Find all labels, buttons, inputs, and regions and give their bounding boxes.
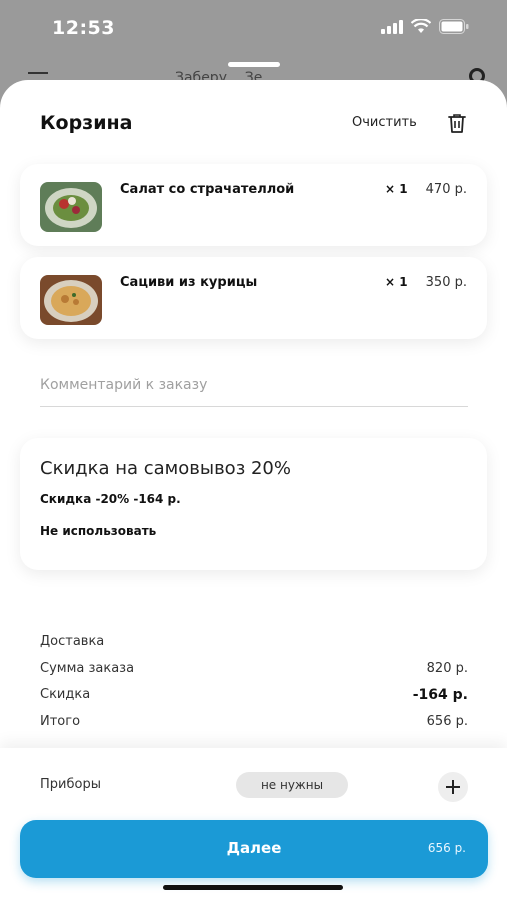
item-name: Салат со страчателлой [120, 182, 295, 197]
summary-subtotal-row: Сумма заказа 820 р. [40, 661, 468, 681]
add-cutlery-button[interactable] [438, 772, 468, 802]
wifi-icon [411, 19, 431, 33]
page-title: Корзина [40, 112, 133, 134]
sheet-header: Корзина Очистить [0, 80, 507, 160]
delivery-label: Доставка [40, 634, 105, 649]
clear-cart-button[interactable]: Очистить [352, 115, 417, 130]
summary-delivery-row: Доставка [40, 634, 468, 654]
subtotal-value: 820 р. [426, 661, 468, 676]
discount-value: -164 р. [412, 687, 468, 703]
next-button[interactable]: Далее 656 р. [20, 820, 488, 878]
next-button-label: Далее [226, 839, 282, 857]
item-quantity: × 1 [385, 182, 408, 196]
promo-title: Скидка на самовывоз 20% [40, 458, 291, 479]
item-name: Сациви из курицы [120, 275, 258, 290]
order-comment-input[interactable] [40, 363, 468, 407]
item-price: 470 р. [425, 182, 467, 197]
cart-sheet: Корзина Очистить Салат со страчателлой ×… [0, 80, 507, 900]
summary-total-row: Итого 656 р. [40, 714, 468, 734]
battery-icon [439, 19, 469, 34]
total-label: Итого [40, 714, 81, 729]
status-icons [381, 19, 469, 34]
cart-item[interactable]: Салат со страчателлой × 1 470 р. [20, 164, 487, 246]
cutlery-status-chip[interactable]: не нужны [236, 772, 348, 798]
signal-icon [381, 19, 403, 34]
summary-discount-row: Скидка -164 р. [40, 687, 468, 707]
next-button-price: 656 р. [427, 841, 466, 855]
cutlery-label: Приборы [40, 777, 101, 792]
skip-discount-option[interactable]: Не использовать [40, 524, 156, 538]
item-image [40, 182, 102, 232]
status-bar: 12:53 [0, 0, 507, 56]
cart-item[interactable]: Сациви из курицы × 1 350 р. [20, 257, 487, 339]
total-value: 656 р. [426, 714, 468, 729]
item-quantity: × 1 [385, 275, 408, 289]
item-image [40, 275, 102, 325]
trash-icon[interactable] [447, 112, 467, 134]
status-time: 12:53 [52, 17, 115, 39]
discount-label: Скидка [40, 687, 91, 702]
use-discount-option[interactable]: Скидка -20% -164 р. [40, 492, 181, 506]
subtotal-label: Сумма заказа [40, 661, 135, 676]
sheet-grabber[interactable] [228, 62, 280, 67]
pickup-discount-card: Скидка на самовывоз 20% Скидка -20% -164… [20, 438, 487, 570]
item-price: 350 р. [425, 275, 467, 290]
home-indicator[interactable] [163, 885, 343, 890]
